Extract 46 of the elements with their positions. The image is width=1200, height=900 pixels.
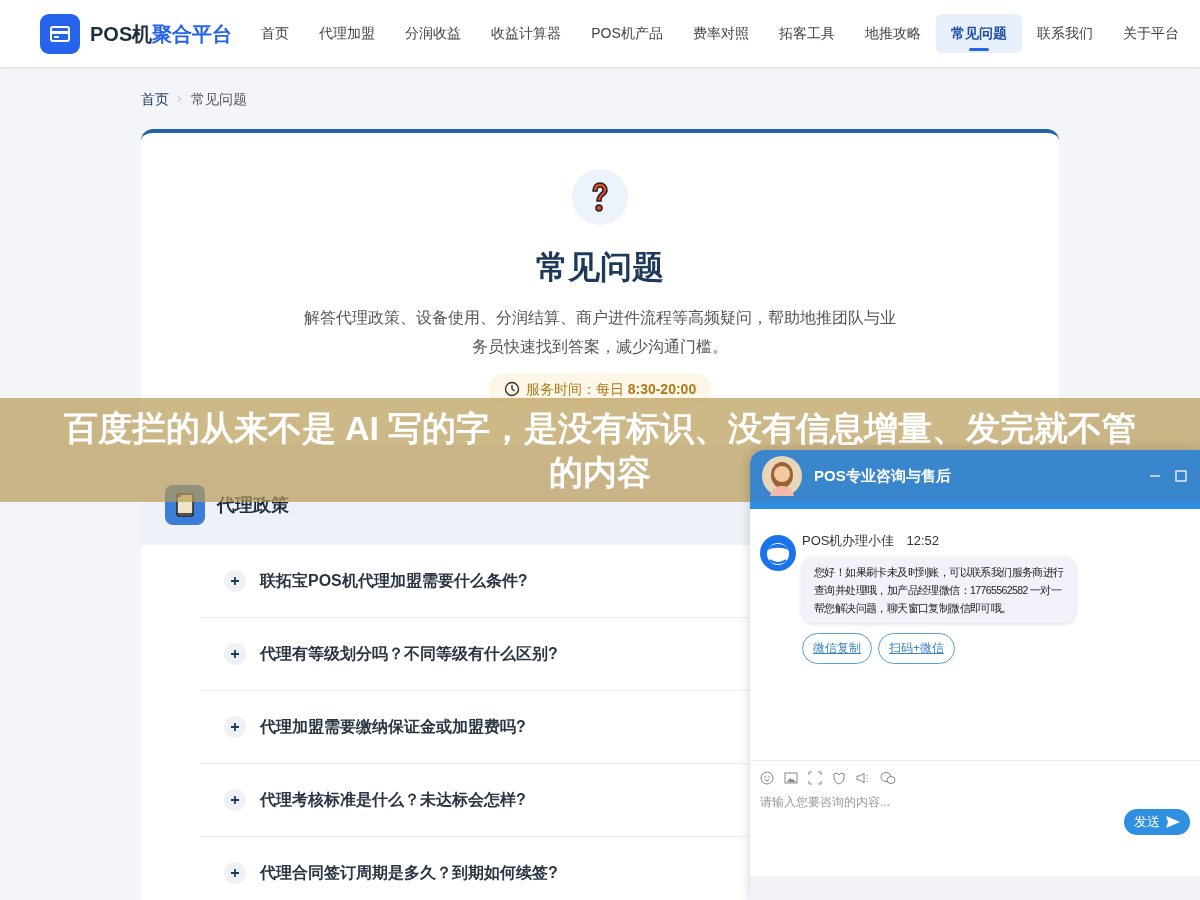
maximize-icon[interactable] — [1174, 469, 1188, 483]
logo-text[interactable]: POS机聚合平台 — [90, 18, 233, 49]
page-description: 解答代理政策、设备使用、分润结算、商户进件流程等高频疑问，帮助地推团队与业务员快速找到答案，减少沟通门槛。 — [303, 308, 897, 357]
faq-question[interactable]: 代理有等级划分吗？不同等级有什么区别? — [260, 642, 558, 666]
nav-tab[interactable]: 首页 — [246, 14, 305, 53]
screenshot-icon[interactable] — [808, 771, 822, 785]
page-title: 常见问题 — [536, 248, 664, 287]
nav-tab[interactable]: 费率对照 — [677, 14, 764, 53]
plus-icon[interactable] — [224, 570, 246, 592]
nav-tab[interactable]: 收益计算器 — [476, 14, 577, 53]
nav-tab[interactable]: 联系我们 — [1021, 14, 1108, 53]
nav-tab[interactable]: 分润收益 — [390, 14, 477, 53]
plus-icon[interactable] — [224, 643, 246, 665]
question-icon — [572, 169, 628, 225]
message-input[interactable]: 请输入您要咨询的内容... — [760, 793, 1120, 811]
speaker-icon[interactable] — [856, 771, 870, 785]
nav-tab[interactable]: POS机产品 — [576, 14, 678, 53]
faq-question[interactable]: 代理考核标准是什么？未达标会怎样? — [260, 788, 526, 812]
plus-icon[interactable] — [224, 789, 246, 811]
faq-question[interactable]: 联拓宝POS机代理加盟需要什么条件? — [260, 569, 528, 593]
nav-tab[interactable]: 拓客工具 — [763, 14, 850, 53]
shield-icon[interactable] — [832, 771, 846, 785]
nav-tab[interactable]: 地推攻略 — [849, 14, 936, 53]
agent-avatar-icon — [760, 535, 796, 571]
avatar-icon — [762, 456, 802, 496]
breadcrumb-separator-icon — [177, 95, 183, 103]
chat-title: POS专业咨询与售后 — [814, 465, 952, 486]
send-icon — [1166, 816, 1180, 828]
message-bubble: 您好！如果刷卡未及时到账，可以联系我们服务商进行查询并处理哦，加产品经理微信：17765562582 一对一帮您解决问题，聊天窗口复制微信即可哦。 — [802, 556, 1076, 623]
faq-question[interactable]: 代理加盟需要缴纳保证金或加盟费吗? — [260, 715, 526, 739]
sender-name: POS机办理小佳 — [802, 532, 895, 550]
service-hours-text: 服务时间：每日 8:30-20:00 — [525, 379, 697, 399]
card-logo-icon[interactable] — [40, 13, 80, 54]
emoji-icon[interactable] — [760, 771, 774, 785]
message-time: 12:52 — [906, 532, 939, 550]
clock-icon — [503, 381, 520, 397]
nav-tab[interactable]: 关于平台 — [1107, 14, 1194, 53]
image-icon[interactable] — [784, 771, 798, 785]
breadcrumb-link[interactable]: 首页 — [141, 88, 169, 110]
breadcrumb-current: 常见问题 — [191, 89, 247, 109]
plus-icon[interactable] — [224, 716, 246, 738]
chat-bubbles-icon[interactable] — [880, 771, 896, 785]
plus-icon[interactable] — [224, 862, 246, 884]
nav-tab[interactable]: 代理加盟 — [304, 14, 391, 53]
faq-question[interactable]: 代理合同签订周期是多久？到期如何续签? — [260, 861, 558, 885]
nav-tab[interactable]: 常见问题 — [935, 14, 1022, 53]
